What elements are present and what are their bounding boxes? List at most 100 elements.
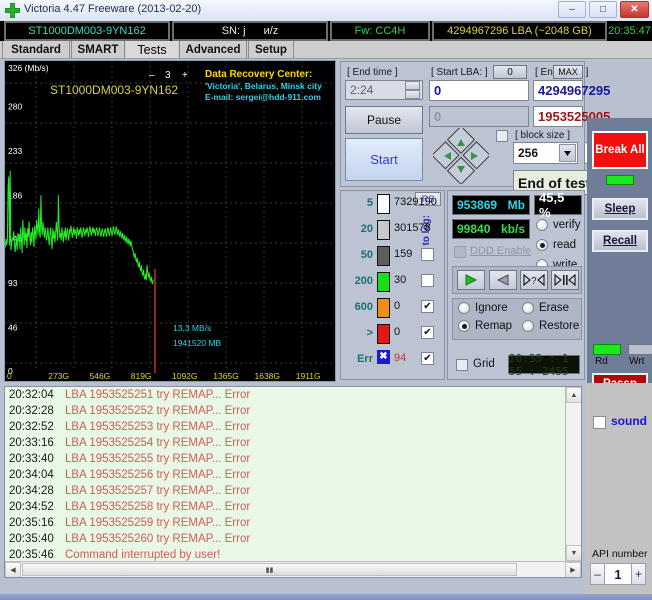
skip-start-button[interactable] — [551, 270, 579, 290]
log-output[interactable]: 20:32:04 LBA 1953525251 try REMAP... Erro… — [4, 386, 582, 578]
log-line: 20:33:40 LBA 1953525255 try REMAP... Erro… — [9, 453, 564, 469]
log-timestamp: 20:32:28 — [9, 405, 54, 417]
log-timestamp: 20:34:04 — [9, 469, 54, 481]
recall-button[interactable]: Recall — [592, 230, 648, 252]
scroll-left-icon[interactable]: ◀ — [5, 562, 21, 577]
radio-remap-icon[interactable] — [458, 320, 470, 332]
scroll-down-icon[interactable]: ▼ — [566, 545, 581, 561]
radio-read-icon[interactable] — [536, 239, 548, 251]
log-message: LBA 1953525254 try REMAP... Error — [65, 437, 251, 449]
log-message: LBA 1953525255 try REMAP... Error — [65, 453, 251, 465]
log-line: 20:34:28 LBA 1953525257 try REMAP... Erro… — [9, 485, 564, 501]
pause-button[interactable]: Pause — [345, 106, 423, 134]
drive-model-cell: ST1000DM003-9YN162 — [4, 21, 170, 41]
end-lba-input[interactable]: 4294967295 — [533, 80, 610, 101]
play-back-button[interactable] — [489, 270, 517, 290]
skip-query-button[interactable]: ? — [520, 270, 548, 290]
speed-kbs-value: 99840 — [457, 222, 491, 236]
tab-standard[interactable]: Standard — [2, 41, 70, 59]
processed-mb-value: 953869 — [457, 198, 498, 212]
mode-read-option[interactable]: read — [536, 239, 576, 251]
direction-pad[interactable] — [433, 128, 489, 184]
scroll-right-icon[interactable]: ▶ — [565, 562, 581, 577]
action-ignore-option[interactable]: Ignore — [458, 302, 508, 314]
api-increment-button[interactable]: + — [631, 563, 646, 585]
graph-scale-plus[interactable]: + — [182, 70, 188, 81]
graph-y-tick: 280 — [8, 101, 22, 111]
break-all-button[interactable]: Break All — [592, 131, 648, 169]
end-action-value: End of test — [518, 174, 591, 191]
radio-restore-icon[interactable] — [522, 320, 534, 332]
counter-color-swatch — [377, 194, 390, 214]
tab-advanced[interactable]: Advanced — [179, 41, 247, 59]
graph-x-tick: 1365G — [213, 371, 239, 381]
speed-graph-svg: 326 (Mb/s)28023318614093460 0 273G 546G 819… — [5, 61, 335, 381]
counter-row: 50 159 — [341, 245, 446, 271]
spinner-down-icon[interactable] — [405, 90, 420, 99]
scroll-up-icon[interactable]: ▲ — [566, 387, 581, 403]
counter-value: 159 — [394, 248, 413, 260]
spinner-up-icon[interactable] — [405, 81, 420, 90]
sleep-button[interactable]: Sleep — [592, 198, 648, 220]
action-erase-option[interactable]: Erase — [522, 302, 569, 314]
maximize-icon: □ — [599, 4, 607, 15]
log-vertical-scrollbar[interactable]: ▲ ▼ — [565, 387, 581, 561]
minimize-button[interactable]: – — [558, 1, 586, 18]
chevron-down-icon[interactable] — [559, 144, 576, 162]
set-max-button[interactable]: MAX — [553, 65, 583, 79]
end-time-spinner[interactable] — [405, 81, 420, 99]
graph-y-tick: 233 — [8, 146, 22, 156]
counter-log-checkbox[interactable]: ✔ — [421, 300, 434, 313]
tab-tests[interactable]: Tests — [126, 41, 178, 59]
counter-color-swatch — [377, 272, 390, 292]
play-forward-button[interactable] — [457, 270, 485, 290]
counter-row: 600 0 ✔ — [341, 297, 446, 323]
counter-log-checkbox[interactable] — [421, 248, 434, 261]
graph-scale-minus[interactable]: – — [149, 70, 155, 81]
counter-log-checkbox[interactable]: ✔ — [421, 326, 434, 339]
block-size-select[interactable]: 256 — [513, 142, 578, 164]
graph-x-tick: 819G — [131, 371, 152, 381]
counter-log-checkbox[interactable] — [421, 274, 434, 287]
counter-color-swatch — [377, 324, 390, 344]
counter-threshold: 20 — [360, 223, 373, 235]
api-number-stepper[interactable]: – 1 + — [590, 563, 646, 585]
title-bar: Victoria 4.47 Freeware (2013-02-20) – □ … — [0, 0, 652, 21]
counter-value: 0 — [394, 326, 401, 338]
action-restore-option[interactable]: Restore — [522, 320, 579, 332]
tab-smart[interactable]: SMART — [71, 41, 125, 59]
action-erase-label: Erase — [539, 302, 570, 314]
read-led-label: Rd — [595, 356, 608, 367]
start-lba-input[interactable]: 0 — [429, 80, 529, 101]
log-message: LBA 1953525256 try REMAP... Error — [65, 469, 251, 481]
counter-log-checkbox[interactable]: ✔ — [421, 352, 434, 365]
close-icon: ✕ — [630, 4, 639, 15]
dpad-checkbox[interactable] — [496, 130, 508, 142]
radio-erase-icon[interactable] — [522, 302, 534, 314]
sound-checkbox[interactable] — [593, 416, 606, 429]
radio-verify-icon[interactable] — [536, 219, 548, 231]
tab-setup[interactable]: Setup — [248, 41, 294, 59]
maximize-button[interactable]: □ — [589, 1, 617, 18]
set-zero-button[interactable]: 0 — [493, 65, 527, 79]
api-number-value[interactable]: 1 — [604, 563, 632, 585]
graph-y-tick: 93 — [8, 278, 18, 288]
action-remap-option[interactable]: Remap — [458, 320, 512, 332]
radio-ignore-icon[interactable] — [458, 302, 470, 314]
counter-row: 5 7329190 — [341, 193, 446, 219]
window-title: Victoria 4.47 Freeware (2013-02-20) — [24, 3, 202, 15]
horizontal-scroll-thumb[interactable]: ▮▮ — [22, 563, 517, 576]
start-button[interactable]: Start — [345, 138, 423, 181]
close-button[interactable]: ✕ — [620, 1, 649, 18]
grid-checkbox[interactable] — [456, 359, 468, 371]
log-line: 20:34:52 LBA 1953525258 try REMAP... Erro… — [9, 501, 564, 517]
api-decrement-button[interactable]: – — [590, 563, 605, 585]
graph-x-tick: 1638G — [255, 371, 281, 381]
graph-x-tick: 1911G — [296, 371, 321, 381]
mode-verify-option[interactable]: verify — [536, 219, 580, 231]
error-swatch-icon: ✖ — [377, 350, 390, 364]
log-horizontal-scrollbar[interactable]: ◀ ▶ ▮▮ — [5, 561, 581, 577]
speed-graph[interactable]: 326 (Mb/s) 280 233 186 140 93 46 0 0 273G 546G 819… — [4, 60, 336, 382]
lba-capacity-cell: 4294967296 LBA (~2048 GB) — [432, 21, 607, 41]
graph-x-tick: 546G — [90, 371, 111, 381]
